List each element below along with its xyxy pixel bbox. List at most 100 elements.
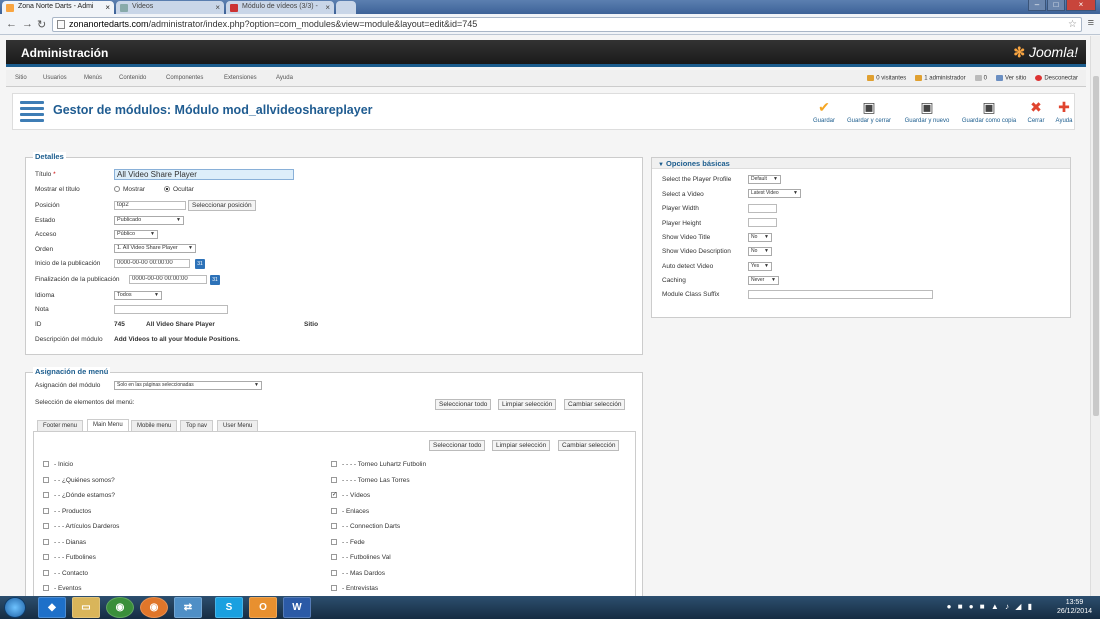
checkbox-icon[interactable]	[43, 523, 49, 530]
bookmark-star-icon[interactable]: ☆	[1068, 18, 1077, 31]
menu-componentes[interactable]: Componentes	[166, 75, 203, 81]
menu-item-checkbox[interactable]: - - Futbolines Val	[331, 554, 391, 561]
minimize-icon[interactable]: –	[1028, 0, 1046, 11]
tab-footer-menu[interactable]: Footer menu	[37, 420, 84, 431]
state-select[interactable]: Publicado	[114, 216, 184, 225]
clear-selection-button[interactable]: Limpiar selección	[498, 399, 557, 410]
radio-show-icon[interactable]	[114, 186, 120, 193]
menu-item-checkbox[interactable]: - - Connection Darts	[331, 523, 400, 530]
outlook-icon[interactable]: O	[249, 597, 277, 618]
menu-item-checkbox[interactable]: - - Productos	[43, 508, 91, 515]
firefox-icon[interactable]: ◉	[140, 597, 168, 618]
select-all-button[interactable]: Seleccionar todo	[435, 399, 492, 410]
assignment-select[interactable]: Solo en las páginas seleccionadas	[114, 381, 262, 390]
menu-item-checkbox[interactable]: - Enlaces	[331, 508, 369, 515]
checkbox-icon[interactable]	[43, 461, 49, 468]
menu-item-checkbox[interactable]: - - - - Torneo Luhartz Futbolin	[331, 461, 426, 468]
checkbox-icon[interactable]	[331, 539, 337, 546]
tab-main-menu[interactable]: Main Menu	[87, 419, 129, 431]
title-input[interactable]: All Video Share Player	[114, 169, 294, 180]
browser-tab-videos[interactable]: Videos ×	[116, 1, 224, 14]
select-position-button[interactable]: Seleccionar posición	[188, 200, 256, 211]
checkbox-icon[interactable]	[331, 477, 337, 484]
close-tab-icon[interactable]: ×	[215, 3, 220, 12]
calendar-icon[interactable]: 31	[195, 259, 205, 269]
save-new-button[interactable]: ▣ Guardar y nuevo	[901, 100, 953, 125]
access-select[interactable]: Público	[114, 230, 158, 239]
network-icon[interactable]: ⇄	[174, 597, 202, 618]
checkbox-icon[interactable]	[43, 585, 49, 592]
system-tray-icons[interactable]: ● ■ ● ■ ▲ ♪ ◢ ▮	[947, 602, 1034, 611]
show-video-description-select[interactable]: No	[748, 247, 772, 256]
checkbox-icon[interactable]	[331, 508, 337, 515]
forward-arrow-icon[interactable]: →	[22, 18, 33, 30]
menu-extensiones[interactable]: Extensiones	[224, 75, 257, 81]
publish-up-input[interactable]: 0000-00-00 00:00:00	[114, 259, 190, 268]
menu-item-checkbox[interactable]: - - - Artículos Darderos	[43, 523, 119, 530]
menu-item-checkbox[interactable]: - - - - Torneo Las Torres	[331, 477, 410, 484]
menu-item-checkbox[interactable]: - Inicio	[43, 461, 73, 468]
class-suffix-input[interactable]	[748, 290, 933, 299]
basic-options-legend[interactable]: ▼ Opciones básicas	[656, 159, 732, 168]
checkbox-checked-icon[interactable]: ✓	[331, 492, 337, 499]
word-icon[interactable]: W	[283, 597, 311, 618]
player-height-input[interactable]	[748, 218, 777, 227]
scrollbar-thumb[interactable]	[1093, 76, 1099, 416]
toggle-selection-button[interactable]: Cambiar selección	[564, 399, 626, 410]
view-site-link[interactable]: Ver sitio	[995, 75, 1026, 82]
menu-item-checkbox[interactable]: - - - Futbolines	[43, 554, 96, 561]
skype-icon[interactable]: S	[215, 597, 243, 618]
help-button[interactable]: ✚ Ayuda	[1053, 100, 1075, 125]
reload-icon[interactable]: ↻	[37, 18, 46, 31]
browser-tab-admin[interactable]: Zona Norte Darts - Admi ×	[2, 1, 114, 14]
checkbox-icon[interactable]	[43, 539, 49, 546]
menu-item-checkbox[interactable]: - Entrevistas	[331, 585, 378, 592]
file-explorer-icon[interactable]: ▭	[72, 597, 100, 618]
note-input[interactable]	[114, 305, 228, 314]
window-close-icon[interactable]: ×	[1066, 0, 1096, 11]
checkbox-icon[interactable]	[43, 570, 49, 577]
menu-item-checkbox[interactable]: - - ¿Quiénes somos?	[43, 477, 115, 484]
video-select[interactable]: Latest Video	[748, 189, 801, 198]
dropbox-icon[interactable]: ◆	[38, 597, 66, 618]
chrome-icon[interactable]: ◉	[106, 597, 134, 618]
player-profile-select[interactable]: Default	[748, 175, 781, 184]
menu-item-checkbox[interactable]: ✓ - - Vídeos	[331, 492, 370, 499]
browser-menu-icon[interactable]: ≡	[1088, 17, 1094, 29]
show-video-title-select[interactable]: No	[748, 233, 772, 242]
menu-item-checkbox[interactable]: - - Mas Dardos	[331, 570, 385, 577]
maximize-icon[interactable]: □	[1047, 0, 1065, 11]
page-scrollbar[interactable]	[1090, 36, 1100, 596]
menu-item-checkbox[interactable]: - - ¿Dónde estamos?	[43, 492, 115, 499]
position-input[interactable]: top2	[114, 201, 186, 210]
browser-tab-modulo[interactable]: Módulo de vídeos (3/3) - ×	[226, 1, 334, 14]
radio-hide-icon[interactable]	[164, 186, 170, 193]
menu-item-checkbox[interactable]: - - Contacto	[43, 570, 88, 577]
taskbar-clock[interactable]: 13:59 26/12/2014	[1057, 598, 1092, 616]
tab-select-all-button[interactable]: Seleccionar todo	[429, 440, 486, 451]
save-close-button[interactable]: ▣ Guardar y cerrar	[844, 100, 894, 125]
checkbox-icon[interactable]	[43, 477, 49, 484]
menu-item-checkbox[interactable]: - Eventos	[43, 585, 81, 592]
menu-item-checkbox[interactable]: - - - Dianas	[43, 539, 86, 546]
publish-down-input[interactable]: 0000-00-00 00:00:00	[129, 275, 207, 284]
menu-sitio[interactable]: Sitio	[15, 75, 27, 81]
tab-clear-selection-button[interactable]: Limpiar selección	[492, 440, 551, 451]
order-select[interactable]: 1. All Video Share Player	[114, 244, 196, 253]
checkbox-icon[interactable]	[331, 523, 337, 530]
save-copy-button[interactable]: ▣ Guardar como copia	[959, 100, 1019, 125]
show-title-radio[interactable]: Mostrar	[114, 186, 145, 193]
checkbox-icon[interactable]	[331, 461, 337, 468]
checkbox-icon[interactable]	[331, 554, 337, 561]
back-arrow-icon[interactable]: ←	[6, 18, 17, 30]
close-tab-icon[interactable]: ×	[105, 3, 110, 12]
tab-mobile-menu[interactable]: Mobile menu	[131, 420, 178, 431]
tab-user-menu[interactable]: User Menu	[217, 420, 259, 431]
calendar-icon[interactable]: 31	[210, 275, 220, 285]
language-select[interactable]: Todos	[114, 291, 162, 300]
new-tab-button[interactable]	[336, 1, 356, 14]
hide-title-radio[interactable]: Ocultar	[164, 186, 194, 193]
menu-item-checkbox[interactable]: - - Fede	[331, 539, 365, 546]
menu-usuarios[interactable]: Usuarios	[43, 75, 67, 81]
windows-start-icon[interactable]	[4, 597, 26, 618]
